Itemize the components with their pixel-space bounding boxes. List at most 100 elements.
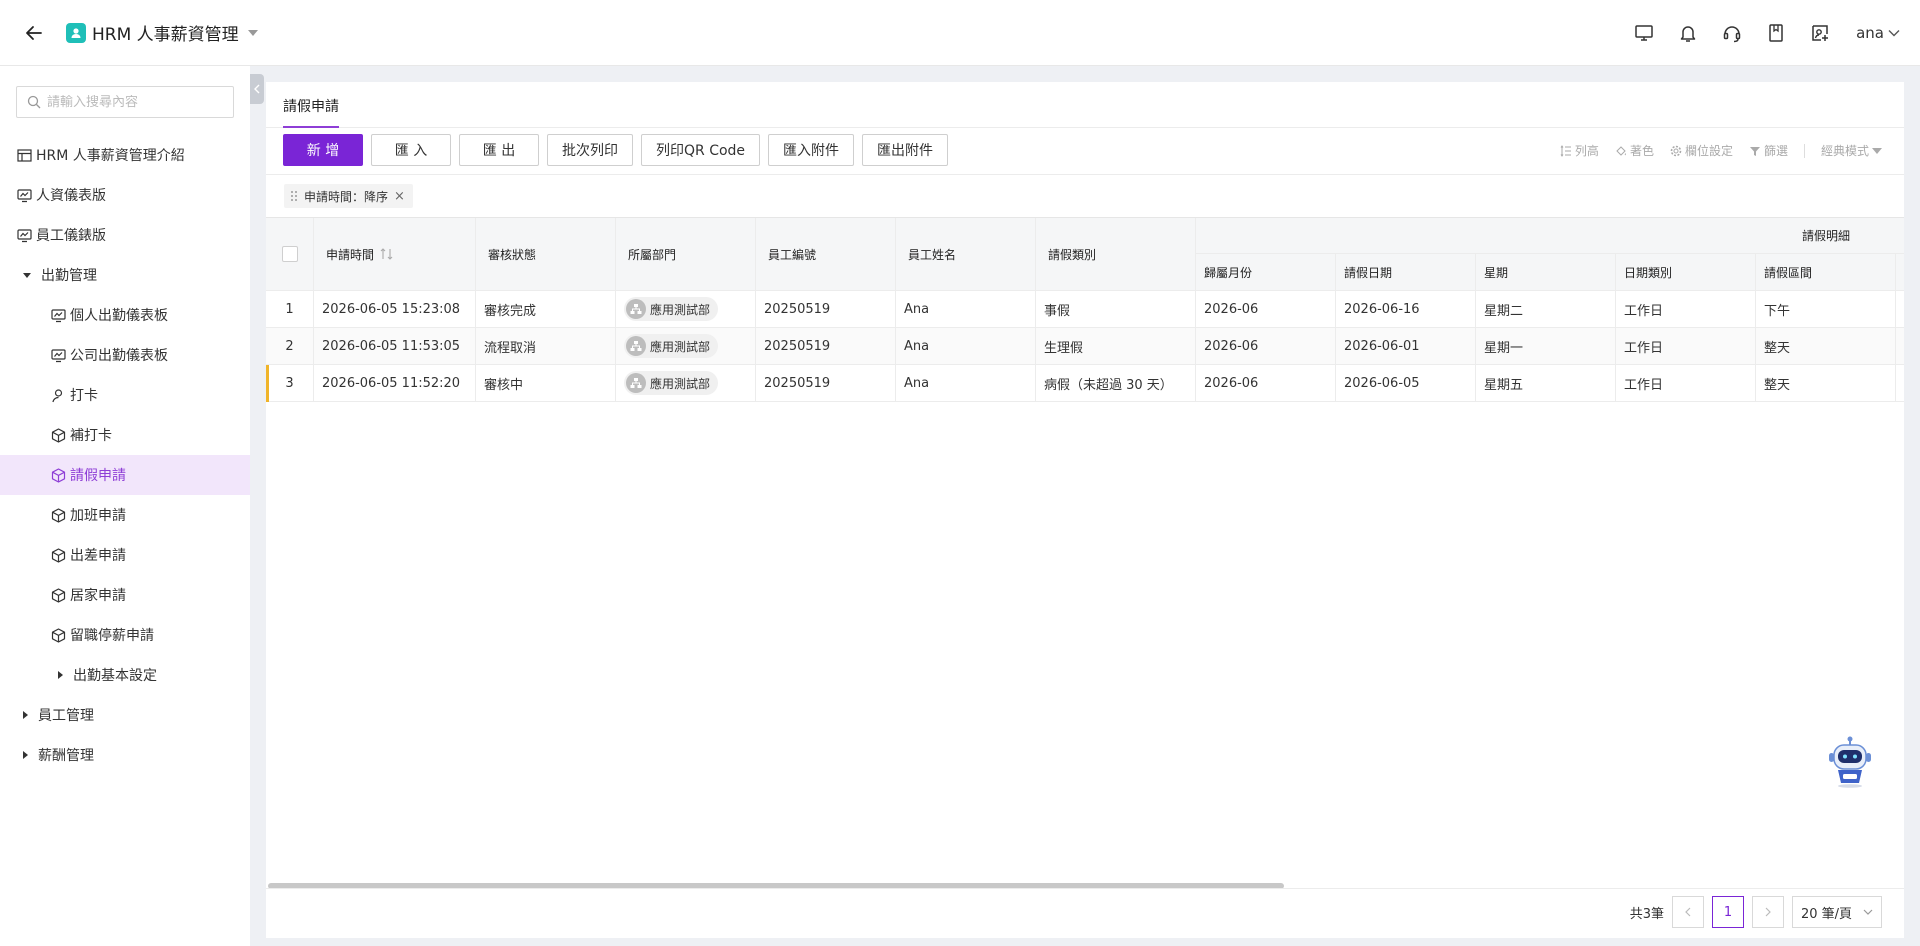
sidebar-item-overtime-request[interactable]: 加班申請 xyxy=(0,495,250,535)
cell-weekday[interactable]: 星期二 xyxy=(1476,291,1616,328)
cell-leave-period[interactable]: 下午 xyxy=(1756,291,1896,328)
sidebar-group-attendance[interactable]: 出勤管理 xyxy=(0,255,250,295)
cell-leave-period[interactable]: 整天 xyxy=(1756,328,1896,365)
export-button[interactable]: 匯 出 xyxy=(459,134,539,166)
sidebar-item-business-trip-request[interactable]: 出差申請 xyxy=(0,535,250,575)
cube-icon xyxy=(50,627,66,643)
cell-leave-type[interactable]: 病假（未超過 30 天） xyxy=(1036,365,1196,402)
cell-apply-time[interactable]: 2026-06-05 15:23:08 xyxy=(314,291,476,328)
header-department[interactable]: 所屬部門 xyxy=(616,218,756,291)
cell-department[interactable]: 應用測試部 xyxy=(616,365,756,402)
header-day-type[interactable]: 日期類別 xyxy=(1616,254,1756,291)
header-leave-date[interactable]: 請假日期 xyxy=(1336,254,1476,291)
tab-leave-request[interactable]: 請假申請 xyxy=(283,96,339,128)
cell-review-status[interactable]: 流程取消 xyxy=(476,328,616,365)
next-page-button[interactable] xyxy=(1752,896,1784,928)
sidebar-item-leave-request[interactable]: 請假申請 xyxy=(0,455,250,495)
cell-belong-month[interactable]: 2026-06 xyxy=(1196,328,1336,365)
monitor-button[interactable] xyxy=(1622,11,1666,55)
assistant-robot-button[interactable] xyxy=(1826,736,1874,788)
notification-button[interactable] xyxy=(1666,11,1710,55)
sidebar-collapse-handle[interactable] xyxy=(250,74,264,104)
batch-print-button[interactable]: 批次列印 xyxy=(547,134,633,166)
sidebar-item-wfh-request[interactable]: 居家申請 xyxy=(0,575,250,615)
cell-weekday[interactable]: 星期一 xyxy=(1476,328,1616,365)
cell-emp-no[interactable]: 20250519 xyxy=(756,291,896,328)
cell-apply-time[interactable]: 2026-06-05 11:53:05 xyxy=(314,328,476,365)
export-attachment-button[interactable]: 匯出附件 xyxy=(862,134,949,166)
print-qr-button[interactable]: 列印QR Code xyxy=(641,134,761,166)
paint-bucket-icon xyxy=(1616,145,1626,156)
sidebar-item-company-attendance-board[interactable]: 公司出勤儀表板 xyxy=(0,335,250,375)
drag-handle-icon[interactable] xyxy=(290,190,298,202)
page-number-button[interactable]: 1 xyxy=(1712,896,1744,928)
sidebar-item-hrm-intro[interactable]: HRM 人事薪資管理介紹 xyxy=(0,135,250,175)
cell-leave-period[interactable]: 整天 xyxy=(1756,365,1896,402)
import-attachment-button[interactable]: 匯入附件 xyxy=(768,134,855,166)
sidebar-group-attendance-settings[interactable]: 出勤基本設定 xyxy=(0,655,250,695)
header-leave-type[interactable]: 請假類別 xyxy=(1036,218,1196,291)
department-chip[interactable]: 應用測試部 xyxy=(624,297,719,321)
sidebar-item-unpaid-leave-request[interactable]: 留職停薪申請 xyxy=(0,615,250,655)
cell-leave-type[interactable]: 事假 xyxy=(1036,291,1196,328)
docs-button[interactable] xyxy=(1754,11,1798,55)
select-all-checkbox[interactable] xyxy=(281,246,298,262)
user-admin-button[interactable] xyxy=(1798,11,1842,55)
sort-tag-remove-button[interactable]: × xyxy=(394,189,405,204)
color-tool[interactable]: 著色 xyxy=(1615,142,1654,159)
back-button[interactable] xyxy=(20,19,48,47)
app-switch-caret[interactable] xyxy=(247,29,259,37)
sidebar-item-employee-dashboard[interactable]: 員工儀錶版 xyxy=(0,215,250,255)
sidebar-search-input[interactable] xyxy=(47,94,227,110)
cell-review-status[interactable]: 審核完成 xyxy=(476,291,616,328)
cell-emp-name[interactable]: Ana xyxy=(896,328,1036,365)
header-emp-no[interactable]: 員工編號 xyxy=(756,218,896,291)
header-leave-period[interactable]: 請假區間 xyxy=(1756,254,1896,291)
cell-leave-date[interactable]: 2026-06-05 xyxy=(1336,365,1476,402)
support-button[interactable] xyxy=(1710,11,1754,55)
sort-icon[interactable] xyxy=(380,248,394,260)
cell-day-type[interactable]: 工作日 xyxy=(1616,365,1756,402)
cell-apply-time[interactable]: 2026-06-05 11:52:20 xyxy=(314,365,476,402)
header-weekday[interactable]: 星期 xyxy=(1476,254,1616,291)
cell-department[interactable]: 應用測試部 xyxy=(616,328,756,365)
cell-department[interactable]: 應用測試部 xyxy=(616,291,756,328)
row-height-tool[interactable]: 列高 xyxy=(1560,142,1599,159)
view-mode-select[interactable]: 經典模式 xyxy=(1821,142,1882,159)
cell-belong-month[interactable]: 2026-06 xyxy=(1196,365,1336,402)
sidebar-item-clock-in[interactable]: 打卡 xyxy=(0,375,250,415)
cell-emp-no[interactable]: 20250519 xyxy=(756,365,896,402)
cell-emp-name[interactable]: Ana xyxy=(896,291,1036,328)
cell-day-type[interactable]: 工作日 xyxy=(1616,291,1756,328)
department-chip[interactable]: 應用測試部 xyxy=(624,334,719,358)
import-button[interactable]: 匯 入 xyxy=(371,134,451,166)
filter-tool[interactable]: 篩選 xyxy=(1749,142,1788,159)
sidebar-item-personal-attendance-board[interactable]: 個人出勤儀表板 xyxy=(0,295,250,335)
cell-weekday[interactable]: 星期五 xyxy=(1476,365,1616,402)
header-emp-name[interactable]: 員工姓名 xyxy=(896,218,1036,291)
cell-leave-date[interactable]: 2026-06-16 xyxy=(1336,291,1476,328)
header-belong-month[interactable]: 歸屬月份 xyxy=(1196,254,1336,291)
cell-day-type[interactable]: 工作日 xyxy=(1616,328,1756,365)
sidebar-item-makeup-clock-in[interactable]: 補打卡 xyxy=(0,415,250,455)
sidebar-item-hr-dashboard[interactable]: 人資儀表版 xyxy=(0,175,250,215)
prev-page-button[interactable] xyxy=(1672,896,1704,928)
header-apply-time[interactable]: 申請時間 xyxy=(314,218,476,291)
sidebar-group-employee-management[interactable]: 員工管理 xyxy=(0,695,250,735)
cell-belong-month[interactable]: 2026-06 xyxy=(1196,291,1336,328)
header-review-status[interactable]: 審核狀態 xyxy=(476,218,616,291)
cell-emp-no[interactable]: 20250519 xyxy=(756,328,896,365)
view-mode-label: 經典模式 xyxy=(1820,144,1869,158)
department-chip[interactable]: 應用測試部 xyxy=(624,371,719,395)
user-menu[interactable]: ana xyxy=(1856,24,1900,42)
cube-icon xyxy=(50,427,66,443)
cell-leave-date[interactable]: 2026-06-01 xyxy=(1336,328,1476,365)
field-settings-tool[interactable]: 欄位設定 xyxy=(1670,142,1733,159)
caret-right-icon xyxy=(23,711,28,719)
cell-leave-type[interactable]: 生理假 xyxy=(1036,328,1196,365)
cell-emp-name[interactable]: Ana xyxy=(896,365,1036,402)
sidebar-group-payroll-management[interactable]: 薪酬管理 xyxy=(0,735,250,775)
cell-review-status[interactable]: 審核中 xyxy=(476,365,616,402)
add-button[interactable]: 新 增 xyxy=(283,134,363,166)
page-size-select[interactable]: 20 筆/頁 xyxy=(1792,896,1882,928)
